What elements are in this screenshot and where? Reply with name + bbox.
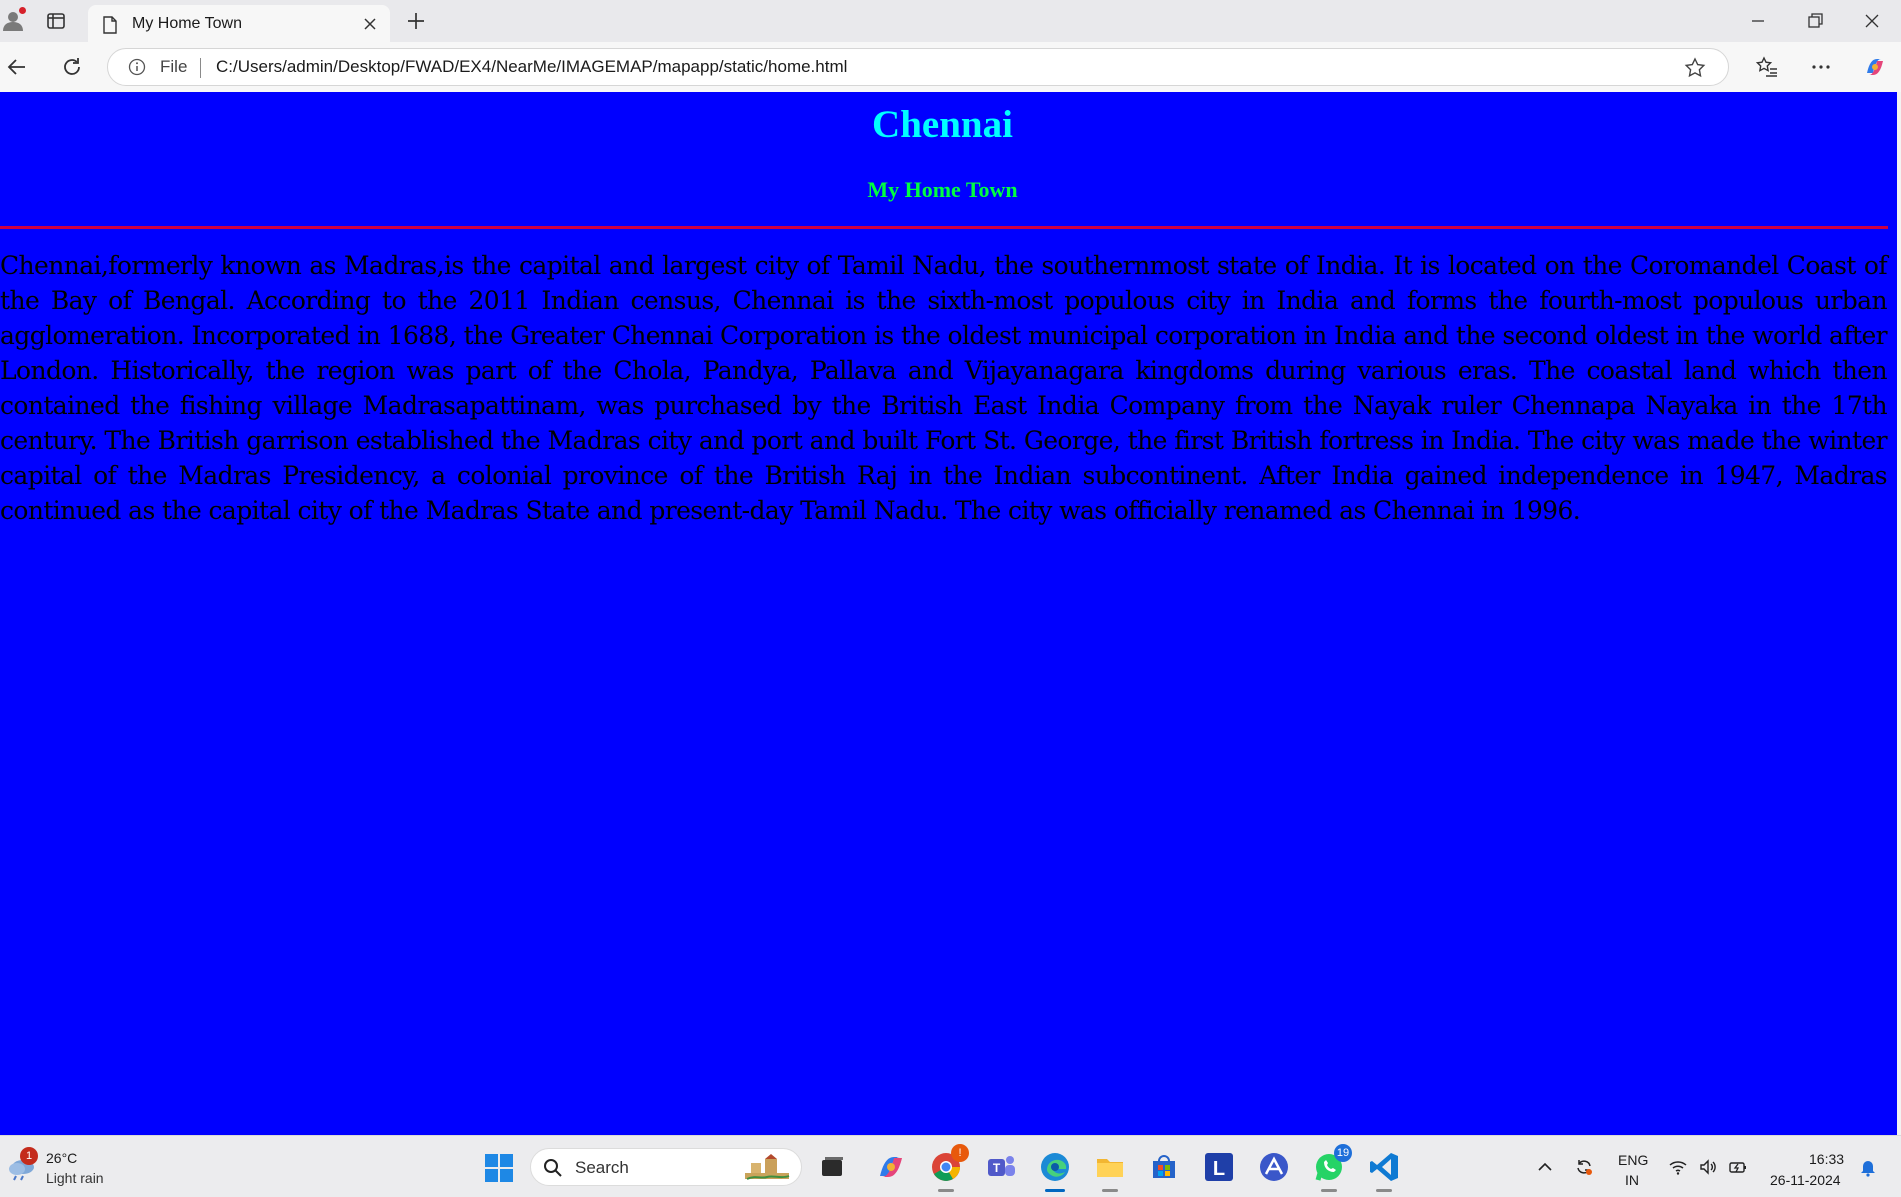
profile-notification-dot [19, 7, 26, 14]
running-indicator [1376, 1189, 1392, 1192]
windows-start-icon[interactable] [484, 1153, 514, 1183]
page-heading: Chennai [872, 103, 1013, 146]
whatsapp-icon[interactable]: 19 [1312, 1144, 1352, 1192]
weather-condition[interactable]: Light rain [46, 1170, 104, 1186]
page-subheading: My Home Town [867, 177, 1018, 202]
input-language[interactable]: ENG [1618, 1152, 1648, 1168]
back-arrow-icon[interactable] [5, 55, 29, 79]
close-window-icon[interactable] [1862, 11, 1882, 31]
folder-icon[interactable] [1093, 1150, 1127, 1192]
battery-charging-icon[interactable] [1728, 1157, 1748, 1177]
more-options-icon[interactable] [1809, 55, 1833, 79]
volume-icon[interactable] [1698, 1157, 1718, 1177]
copilot-app-icon[interactable] [874, 1150, 908, 1184]
city-description-paragraph: Chennai,formerly known as Madras,is the … [0, 251, 1888, 525]
clock-date[interactable]: 26-11-2024 [1770, 1172, 1841, 1188]
arc-app-icon[interactable] [1257, 1150, 1291, 1184]
page-content: Chennai My Home Town Chennai,formerly kn… [0, 92, 1897, 1135]
restore-window-icon[interactable] [1805, 11, 1825, 31]
chrome-icon[interactable]: ! [929, 1144, 969, 1192]
close-tab-icon[interactable] [362, 16, 378, 32]
search-highlight-illustration-icon [743, 1153, 791, 1183]
store-icon[interactable] [1147, 1150, 1181, 1184]
search-placeholder: Search [575, 1158, 629, 1177]
running-indicator [938, 1189, 954, 1192]
running-indicator [1321, 1189, 1337, 1192]
address-bar[interactable]: File C:/Users/admin/Desktop/FWAD/EX4/Nea… [107, 48, 1729, 86]
vscode-icon[interactable] [1367, 1150, 1401, 1192]
edge-icon[interactable] [1038, 1150, 1072, 1192]
notification-bell-icon[interactable] [1858, 1157, 1878, 1177]
copilot-icon[interactable] [1863, 55, 1887, 79]
refresh-icon[interactable] [60, 55, 84, 79]
show-hidden-icons-chevron-icon[interactable] [1535, 1157, 1555, 1177]
whatsapp-notification-badge: 19 [1334, 1144, 1352, 1162]
svg-text:T: T [993, 1161, 1001, 1175]
teams-icon[interactable]: T [984, 1150, 1018, 1184]
wifi-icon[interactable] [1668, 1157, 1688, 1177]
running-indicator [1102, 1189, 1118, 1192]
input-region[interactable]: IN [1625, 1172, 1639, 1188]
profile-avatar-icon[interactable] [2, 7, 26, 31]
clock-time[interactable]: 16:33 [1809, 1151, 1844, 1167]
sync-update-icon[interactable] [1574, 1157, 1594, 1177]
chrome-notification-badge: ! [951, 1144, 969, 1162]
favorites-list-icon[interactable] [1755, 55, 1779, 79]
new-tab-plus-icon[interactable] [405, 10, 427, 32]
favorite-star-icon[interactable] [1684, 57, 1706, 79]
browser-toolbar: File C:/Users/admin/Desktop/FWAD/EX4/Nea… [0, 42, 1901, 92]
l-app-label: L [1213, 1158, 1225, 1180]
weather-alert-badge: 1 [20, 1147, 38, 1165]
active-tab[interactable]: My Home Town [88, 5, 390, 42]
l-app-icon[interactable]: L [1202, 1150, 1236, 1184]
minimize-window-icon[interactable] [1748, 11, 1768, 31]
url-text[interactable]: C:/Users/admin/Desktop/FWAD/EX4/NearMe/I… [216, 57, 847, 77]
tab-actions-icon[interactable] [46, 11, 66, 31]
page-file-icon [102, 16, 118, 34]
weather-temperature[interactable]: 26°C [46, 1150, 77, 1166]
tab-title: My Home Town [132, 15, 242, 32]
site-info-icon[interactable] [128, 58, 146, 76]
windows-taskbar: 1 26°C Light rain Search ! T L 19 ENG IN… [0, 1135, 1901, 1197]
task-view-icon[interactable] [815, 1150, 849, 1184]
address-separator [200, 58, 201, 78]
horizontal-rule [0, 226, 1888, 229]
active-app-indicator [1045, 1189, 1065, 1192]
browser-tab-strip: My Home Town [0, 0, 1901, 42]
url-scheme-label: File [160, 57, 188, 76]
taskbar-search-box[interactable]: Search [530, 1148, 802, 1186]
search-icon [543, 1158, 563, 1178]
